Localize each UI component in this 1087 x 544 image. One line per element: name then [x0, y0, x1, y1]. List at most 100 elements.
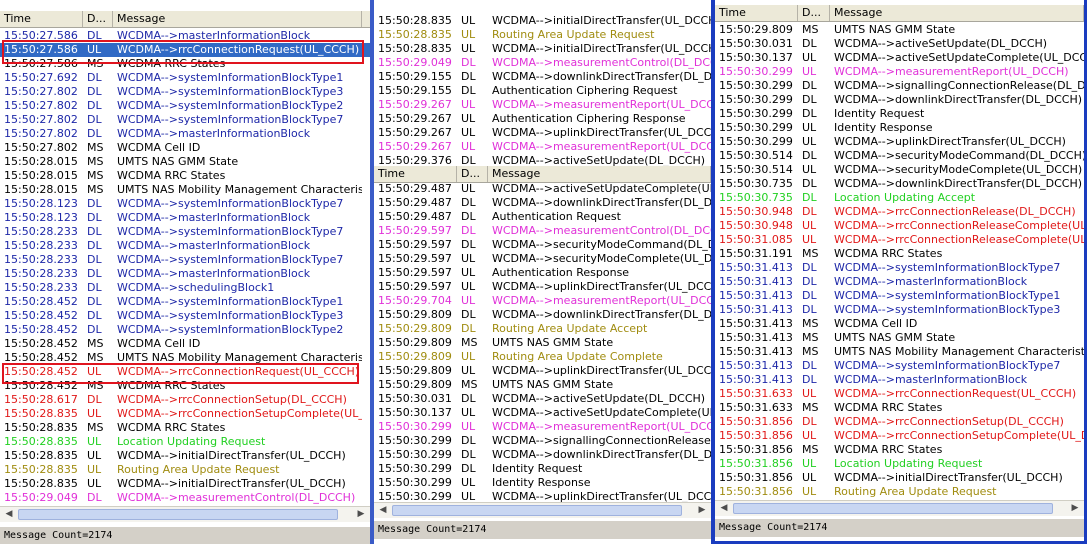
- table-row[interactable]: 15:50:30.735 DL Location Updating Accept: [715, 191, 1084, 205]
- table-row[interactable]: 15:50:27.586 UL WCDMA-->rrcConnectionReque…: [0, 43, 370, 57]
- message-list[interactable]: 15:50:28.835 UL WCDMA-->initialDirectTrans…: [374, 14, 711, 504]
- table-row[interactable]: 15:50:28.835 UL WCDMA-->initialDirectTrans…: [0, 477, 370, 491]
- table-row[interactable]: 15:50:28.835 UL Location Updating Request: [0, 435, 370, 449]
- table-row[interactable]: 15:50:31.413 MS WCDMA Cell ID: [715, 317, 1084, 331]
- table-row[interactable]: 15:50:30.735 DL WCDMA-->downlinkDirectTran…: [715, 177, 1084, 191]
- scroll-thumb[interactable]: [392, 505, 682, 516]
- table-row[interactable]: 15:50:29.049 DL WCDMA-->measurementControl…: [0, 491, 370, 505]
- horizontal-scrollbar[interactable]: ◀ ▶: [0, 506, 370, 522]
- scroll-right-icon[interactable]: ▶: [695, 504, 709, 517]
- table-row[interactable]: 15:50:28.835 UL WCDMA-->initialDirectTrans…: [374, 14, 711, 28]
- table-row[interactable]: 15:50:27.802 MS WCDMA Cell ID: [0, 141, 370, 155]
- table-row[interactable]: 15:50:29.597 UL WCDMA-->securityModeComple…: [374, 252, 711, 266]
- message-list[interactable]: 15:50:27.586 DL WCDMA-->masterInformationB…: [0, 29, 370, 505]
- table-row[interactable]: 15:50:30.299 DL WCDMA-->signallingConnecti…: [374, 434, 711, 448]
- table-row[interactable]: 15:50:28.452 MS UMTS NAS Mobility Manageme…: [0, 351, 370, 365]
- table-row[interactable]: 15:50:28.015 MS UMTS NAS GMM State: [0, 155, 370, 169]
- table-row[interactable]: 15:50:30.299 DL WCDMA-->downlinkDirectTran…: [374, 448, 711, 462]
- table-row[interactable]: 15:50:28.835 UL Routing Area Update Reques…: [0, 463, 370, 477]
- col-time-header[interactable]: Time: [0, 11, 83, 27]
- table-row[interactable]: 15:50:30.948 DL WCDMA-->rrcConnectionRelea…: [715, 205, 1084, 219]
- table-row[interactable]: 15:50:28.617 DL WCDMA-->rrcConnectionSetup…: [0, 393, 370, 407]
- table-row[interactable]: 15:50:30.299 UL WCDMA-->measurementReport(…: [715, 65, 1084, 79]
- table-row[interactable]: 15:50:31.856 UL Location Updating Request: [715, 457, 1084, 471]
- table-row[interactable]: 15:50:31.191 MS WCDMA RRC States: [715, 247, 1084, 261]
- table-row[interactable]: 15:50:29.809 UL Routing Area Update Comple…: [374, 350, 711, 364]
- table-row[interactable]: 15:50:28.835 UL WCDMA-->rrcConnectionSetup…: [0, 407, 370, 421]
- table-row[interactable]: 15:50:29.704 UL WCDMA-->measurementReport(…: [374, 294, 711, 308]
- table-row[interactable]: 15:50:30.299 DL WCDMA-->signallingConnecti…: [715, 79, 1084, 93]
- table-row[interactable]: 15:50:30.137 UL WCDMA-->activeSetUpdateCom…: [715, 51, 1084, 65]
- col-message-header[interactable]: Message: [113, 11, 362, 27]
- table-row[interactable]: 15:50:31.413 MS UMTS NAS Mobility Manageme…: [715, 345, 1084, 359]
- table-row[interactable]: 15:50:29.267 UL WCDMA-->measurementReport(…: [374, 98, 711, 112]
- table-row[interactable]: 15:50:29.267 UL WCDMA-->measurementReport(…: [374, 140, 711, 154]
- table-row[interactable]: 15:50:28.835 UL Routing Area Update Reques…: [374, 28, 711, 42]
- scroll-thumb[interactable]: [18, 509, 338, 520]
- table-row[interactable]: 15:50:29.597 DL WCDMA-->securityModeComman…: [374, 238, 711, 252]
- col-message-header[interactable]: Message: [830, 5, 1084, 21]
- table-row[interactable]: 15:50:31.413 MS UMTS NAS GMM State: [715, 331, 1084, 345]
- table-row[interactable]: 15:50:27.586 DL WCDMA-->masterInformationB…: [0, 29, 370, 43]
- scroll-right-icon[interactable]: ▶: [354, 508, 368, 521]
- table-row[interactable]: 15:50:31.856 UL Routing Area Update Reques…: [715, 485, 1084, 499]
- table-row[interactable]: 15:50:29.809 DL WCDMA-->downlinkDirectTran…: [374, 308, 711, 322]
- table-row[interactable]: 15:50:28.452 MS WCDMA RRC States: [0, 379, 370, 393]
- table-row[interactable]: 15:50:31.413 DL WCDMA-->masterInformationB…: [715, 275, 1084, 289]
- table-row[interactable]: 15:50:28.233 DL WCDMA-->systemInformationB…: [0, 225, 370, 239]
- table-row[interactable]: 15:50:28.835 MS WCDMA RRC States: [0, 421, 370, 435]
- col-message-header[interactable]: Message: [488, 166, 711, 182]
- table-row[interactable]: 15:50:28.452 UL WCDMA-->rrcConnectionReque…: [0, 365, 370, 379]
- col-direction-header[interactable]: D...: [798, 5, 830, 21]
- table-row[interactable]: 15:50:29.597 DL WCDMA-->measurementControl…: [374, 224, 711, 238]
- table-row[interactable]: 15:50:30.031 DL WCDMA-->activeSetUpdate(DL…: [715, 37, 1084, 51]
- table-row[interactable]: 15:50:29.597 UL WCDMA-->uplinkDirectTransf…: [374, 280, 711, 294]
- scroll-thumb[interactable]: [733, 503, 1053, 514]
- table-row[interactable]: 15:50:31.085 UL WCDMA-->rrcConnectionRelea…: [715, 233, 1084, 247]
- table-row[interactable]: 15:50:27.586 MS WCDMA RRC States: [0, 57, 370, 71]
- table-row[interactable]: 15:50:30.514 DL WCDMA-->securityModeComman…: [715, 149, 1084, 163]
- scroll-right-icon[interactable]: ▶: [1068, 502, 1082, 515]
- table-row[interactable]: 15:50:30.299 UL Identity Response: [374, 476, 711, 490]
- table-row[interactable]: 15:50:30.948 UL WCDMA-->rrcConnectionRelea…: [715, 219, 1084, 233]
- table-row[interactable]: 15:50:28.015 MS UMTS NAS Mobility Manageme…: [0, 183, 370, 197]
- table-row[interactable]: 15:50:27.802 DL WCDMA-->systemInformationB…: [0, 99, 370, 113]
- table-row[interactable]: 15:50:29.809 MS UMTS NAS GMM State: [374, 336, 711, 350]
- table-row[interactable]: 15:50:30.299 DL Identity Request: [374, 462, 711, 476]
- table-row[interactable]: 15:50:28.123 DL WCDMA-->masterInformationB…: [0, 211, 370, 225]
- table-row[interactable]: 15:50:29.155 DL WCDMA-->downlinkDirectTran…: [374, 70, 711, 84]
- table-row[interactable]: 15:50:30.137 UL WCDMA-->activeSetUpdateCom…: [374, 406, 711, 420]
- col-time-header[interactable]: Time: [715, 5, 798, 21]
- table-row[interactable]: 15:50:31.633 MS WCDMA RRC States: [715, 401, 1084, 415]
- col-time-header[interactable]: Time: [374, 166, 457, 182]
- horizontal-scrollbar[interactable]: ◀ ▶: [715, 500, 1084, 516]
- table-row[interactable]: 15:50:29.809 DL Routing Area Update Accept: [374, 322, 711, 336]
- col-direction-header[interactable]: D...: [457, 166, 488, 182]
- table-row[interactable]: 15:50:27.802 DL WCDMA-->systemInformationB…: [0, 113, 370, 127]
- table-row[interactable]: 15:50:30.299 UL WCDMA-->measurementReport(…: [374, 420, 711, 434]
- table-row[interactable]: 15:50:30.299 UL WCDMA-->uplinkDirectTransf…: [715, 135, 1084, 149]
- table-row[interactable]: 15:50:29.809 UL WCDMA-->uplinkDirectTransf…: [374, 364, 711, 378]
- table-row[interactable]: 15:50:29.487 DL WCDMA-->downlinkDirectTran…: [374, 196, 711, 210]
- table-row[interactable]: 15:50:31.856 UL WCDMA-->initialDirectTrans…: [715, 471, 1084, 485]
- table-row[interactable]: 15:50:28.452 DL WCDMA-->systemInformationB…: [0, 323, 370, 337]
- horizontal-scrollbar[interactable]: ◀ ▶: [374, 502, 711, 518]
- scroll-left-icon[interactable]: ◀: [2, 508, 16, 521]
- table-row[interactable]: 15:50:28.452 DL WCDMA-->systemInformationB…: [0, 295, 370, 309]
- message-list[interactable]: 15:50:29.809 MS UMTS NAS GMM State 15:50:30…: [715, 23, 1084, 499]
- table-row[interactable]: 15:50:28.233 DL WCDMA-->systemInformationB…: [0, 253, 370, 267]
- table-row[interactable]: 15:50:31.413 DL WCDMA-->systemInformationB…: [715, 359, 1084, 373]
- table-row[interactable]: 15:50:27.692 DL WCDMA-->systemInformationB…: [0, 71, 370, 85]
- table-row[interactable]: 15:50:28.452 MS WCDMA Cell ID: [0, 337, 370, 351]
- table-row[interactable]: 15:50:31.856 DL WCDMA-->rrcConnectionSetup…: [715, 415, 1084, 429]
- table-row[interactable]: 15:50:28.452 DL WCDMA-->systemInformationB…: [0, 309, 370, 323]
- table-row[interactable]: 15:50:31.413 DL WCDMA-->masterInformationB…: [715, 373, 1084, 387]
- table-row[interactable]: 15:50:29.487 UL WCDMA-->activeSetUpdateCom…: [374, 182, 711, 196]
- table-row[interactable]: 15:50:31.856 MS WCDMA RRC States: [715, 443, 1084, 457]
- table-row[interactable]: 15:50:28.233 DL WCDMA-->schedulingBlock1: [0, 281, 370, 295]
- table-row[interactable]: 15:50:28.015 MS WCDMA RRC States: [0, 169, 370, 183]
- table-row[interactable]: 15:50:28.233 DL WCDMA-->masterInformationB…: [0, 267, 370, 281]
- table-row[interactable]: 15:50:28.123 DL WCDMA-->systemInformationB…: [0, 197, 370, 211]
- table-row[interactable]: 15:50:31.413 DL WCDMA-->systemInformationB…: [715, 289, 1084, 303]
- table-row[interactable]: 15:50:27.802 DL WCDMA-->masterInformationB…: [0, 127, 370, 141]
